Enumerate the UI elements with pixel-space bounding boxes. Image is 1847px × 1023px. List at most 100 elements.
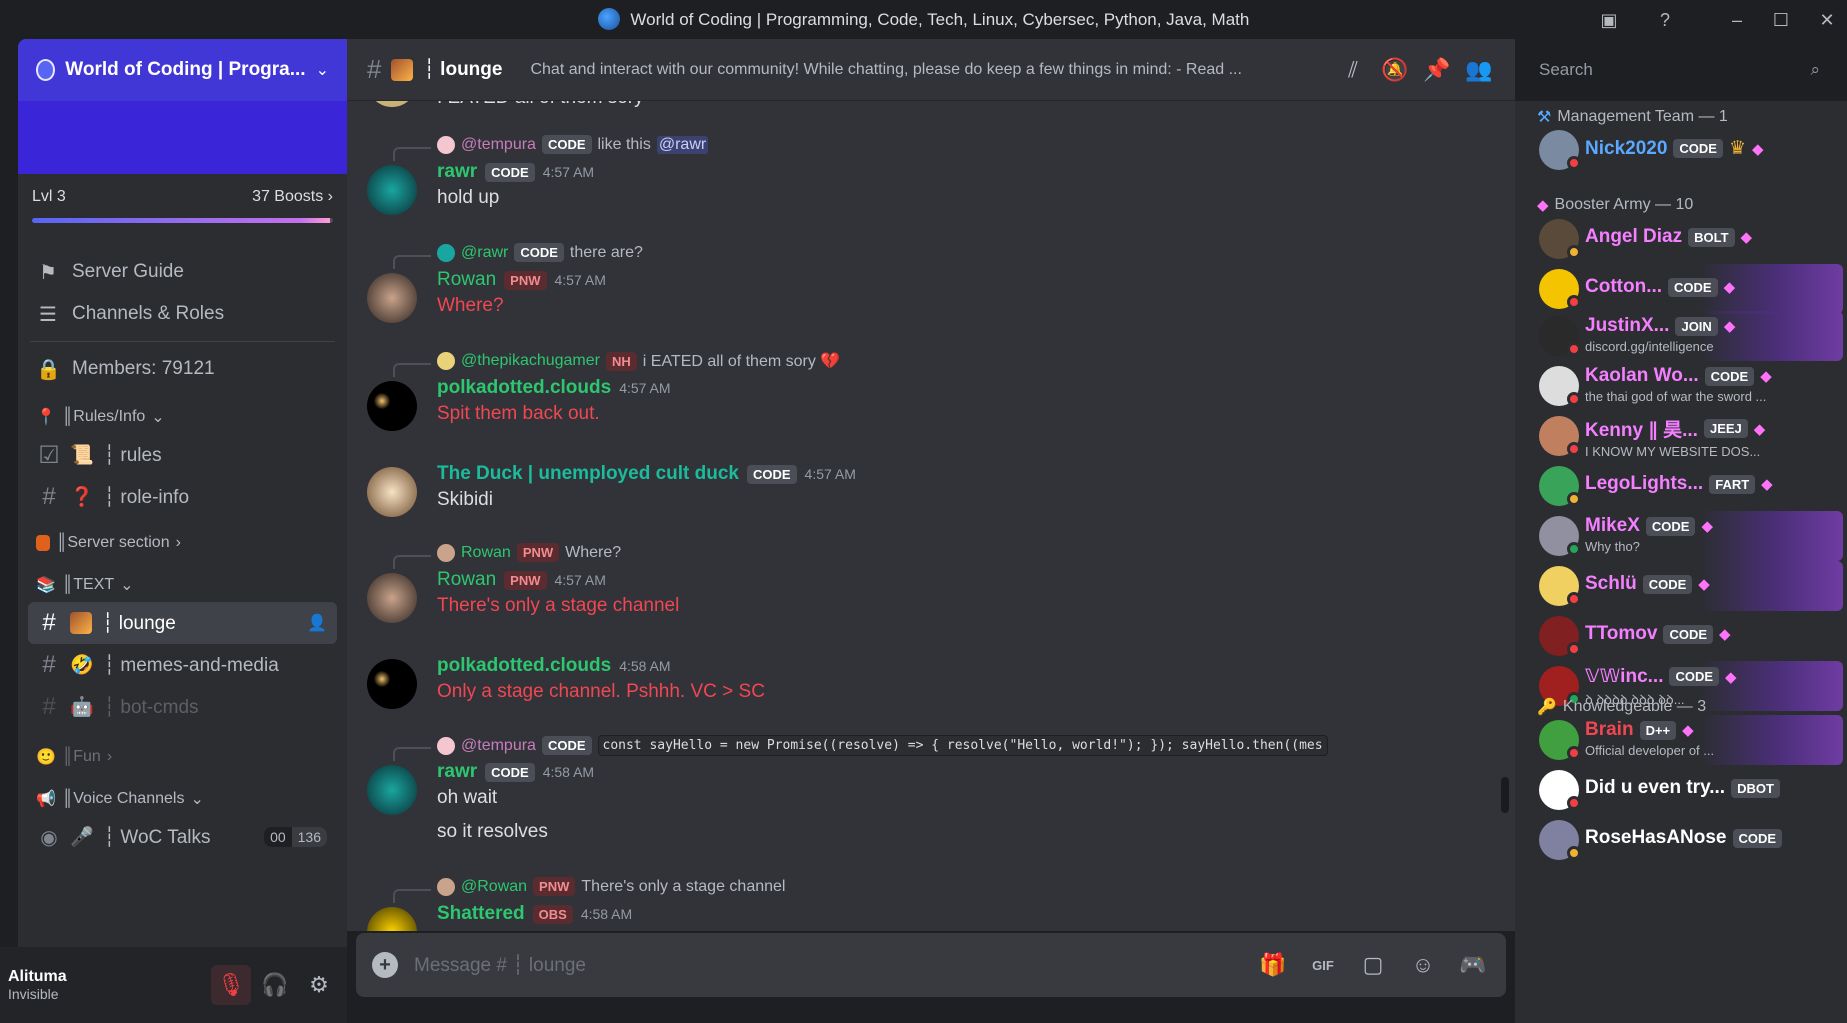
guild-tag[interactable]: JEEJ (1703, 419, 1748, 438)
add-member-icon[interactable]: 👤 (307, 613, 327, 633)
guild-tag[interactable]: PNW (504, 270, 547, 290)
inbox-icon[interactable]: ▣ (1598, 9, 1620, 31)
member-item[interactable]: Kaolan Wo... CODE ◆ the thai god of war the… (1523, 361, 1843, 411)
avatar[interactable] (367, 165, 417, 215)
gif-icon[interactable]: GIF (1306, 958, 1340, 973)
member-item[interactable]: Kenny ∥ 昊... JEEJ ◆ I KNOW MY WEBSITE DOS..… (1523, 411, 1843, 461)
member-item[interactable]: TTomov CODE ◆ (1523, 611, 1843, 661)
category-server-section[interactable]: ║Server section › (18, 526, 347, 560)
minimize-icon[interactable]: – (1726, 9, 1748, 31)
guild-tag[interactable]: D++ (1639, 720, 1677, 740)
avatar[interactable] (367, 273, 417, 323)
gift-icon[interactable]: 🎁 (1256, 952, 1290, 978)
sidebar-item-members[interactable]: 🔒 Members: 79121 (18, 348, 347, 390)
guild-tag[interactable]: DBOT (1731, 778, 1780, 798)
mute-mic-button[interactable]: 🎙 (211, 965, 251, 1005)
reply-preview[interactable]: @rawr CODE there are? (437, 243, 643, 262)
reply-preview[interactable]: @Rowan PNW There's only a stage channel (437, 877, 785, 896)
member-list-icon[interactable]: 👥 (1463, 57, 1495, 83)
author-name[interactable]: polkadotted.clouds (437, 655, 611, 677)
user-info[interactable]: Alituma Invisible (8, 968, 207, 1002)
boost-gem-icon: ◆ (1682, 722, 1694, 739)
channel-woc-talks[interactable]: ◉ 🎤 ┆ WoC Talks 00 136 (28, 816, 337, 858)
member-item[interactable]: JustinX... JOIN ◆ discord.gg/intelligence (1523, 311, 1843, 361)
notification-bell-muted-icon[interactable]: 🔕 (1379, 57, 1411, 83)
guild-tag[interactable]: PNW (504, 570, 547, 590)
channel-label: ┆ bot-cmds (103, 696, 199, 718)
reply-preview[interactable]: @tempura CODE like this @rawr (437, 135, 709, 154)
avatar[interactable] (367, 467, 417, 517)
author-name[interactable]: The Duck | unemployed cult duck (437, 463, 739, 485)
guild-tag[interactable]: CODE (1668, 277, 1718, 297)
signpost-icon: ⚑ (39, 261, 57, 284)
member-item[interactable]: Angel Diaz BOLT ◆ (1523, 214, 1843, 264)
author-name[interactable]: Rowan (437, 569, 496, 591)
avatar[interactable] (367, 573, 417, 623)
channel-role-info[interactable]: # ❓ ┆ role-info (28, 476, 337, 518)
message-scrollbar[interactable] (1501, 777, 1509, 813)
member-item[interactable]: Cotton... CODE ◆ (1523, 264, 1843, 314)
author-name[interactable]: Shattered (437, 903, 525, 925)
sidebar-item-channels-roles[interactable]: ☰ Channels & Roles (18, 293, 347, 335)
author-name[interactable]: polkadotted.clouds (437, 377, 611, 399)
search-input[interactable]: Search ⌕ (1527, 51, 1832, 89)
guild-tag[interactable]: CODE (1663, 624, 1714, 644)
channel-memes[interactable]: # 🤣 ┆ memes-and-media (28, 644, 337, 686)
pin-icon[interactable]: 📌 (1421, 57, 1453, 83)
reply-preview[interactable]: Rowan PNW Where? (437, 543, 621, 562)
deafen-button[interactable]: 🎧 (255, 965, 295, 1005)
member-item[interactable]: LegoLights... FART ◆ (1523, 461, 1843, 511)
author-name[interactable]: Rowan (437, 269, 496, 291)
author-name[interactable]: rawr (437, 161, 477, 183)
guild-tag[interactable]: CODE (485, 162, 535, 182)
category-voice[interactable]: 📢 ║Voice Channels ⌄ (18, 782, 347, 816)
avatar[interactable] (367, 659, 417, 709)
attach-plus-icon[interactable]: + (372, 952, 398, 978)
mention[interactable]: @rawr (656, 135, 709, 154)
channel-lounge[interactable]: # ┆ lounge 👤 (28, 602, 337, 644)
guild-tag[interactable]: CODE (1645, 516, 1696, 536)
message-input[interactable]: Message # ┆ lounge (414, 954, 1240, 977)
sidebar-item-server-guide[interactable]: ⚑ Server Guide (18, 251, 347, 293)
user-settings-button[interactable]: ⚙ (299, 965, 339, 1005)
guild-tag[interactable]: CODE (485, 762, 535, 782)
guild-tag[interactable]: JOIN (1675, 316, 1718, 336)
guild-tag[interactable]: CODE (746, 464, 797, 484)
guild-tag[interactable]: BOLT (1688, 227, 1735, 247)
emoji-icon[interactable]: ☺ (1406, 952, 1440, 978)
member-item[interactable]: Nick2020 CODE ♛ ◆ (1523, 125, 1843, 175)
category-text[interactable]: 📚 ║TEXT ⌄ (18, 568, 347, 602)
guild-tag[interactable]: CODE (1673, 139, 1723, 158)
member-item[interactable]: Schlü CODE ◆ (1523, 561, 1843, 611)
avatar[interactable] (367, 101, 417, 107)
reply-preview[interactable]: @thepikachugamer NH i EATED all of them … (437, 351, 840, 371)
channel-topic[interactable]: Chat and interact with our community! Wh… (530, 61, 1327, 79)
help-icon[interactable]: ? (1654, 9, 1676, 31)
guild-tag[interactable]: CODE (1732, 828, 1783, 848)
guild-tag[interactable]: FART (1709, 474, 1756, 494)
category-rules-info[interactable]: 📍 ║Rules/Info ⌄ (18, 400, 347, 434)
server-header[interactable]: World of Coding | Progra... ⌄ (18, 39, 347, 101)
guild-tag[interactable]: CODE (1642, 574, 1693, 594)
category-fun[interactable]: 🙂 ║Fun › (18, 740, 347, 774)
avatar[interactable] (367, 907, 417, 931)
boost-row[interactable]: Lvl 3 37 Boosts › (18, 174, 347, 206)
threads-icon[interactable]: ⫽ (1337, 57, 1369, 83)
avatar[interactable] (367, 765, 417, 815)
sticker-icon[interactable]: ▢ (1356, 952, 1390, 978)
author-name[interactable]: rawr (437, 761, 477, 783)
avatar[interactable] (367, 381, 417, 431)
close-icon[interactable]: ✕ (1816, 9, 1838, 31)
member-item[interactable]: RoseHasANose CODE (1523, 815, 1843, 865)
maximize-icon[interactable]: ☐ (1770, 9, 1792, 31)
channel-rules[interactable]: ☑ 📜 ┆ rules (28, 434, 337, 476)
guild-tag[interactable]: CODE (1669, 667, 1720, 686)
channel-bot-cmds[interactable]: # 🤖 ┆ bot-cmds (28, 686, 337, 728)
guild-tag[interactable]: OBS (532, 904, 573, 924)
member-item[interactable]: Did u even try... DBOT (1523, 765, 1843, 815)
reply-preview[interactable]: @tempura CODE const sayHello = new Promi… (437, 735, 1328, 756)
gamepad-icon[interactable]: 🎮 (1456, 952, 1490, 978)
guild-tag[interactable]: CODE (1704, 366, 1755, 386)
member-item[interactable]: MikeX CODE ◆ Why tho? (1523, 511, 1843, 561)
member-item[interactable]: Brain D++ ◆ Official developer of ... (1523, 715, 1843, 765)
